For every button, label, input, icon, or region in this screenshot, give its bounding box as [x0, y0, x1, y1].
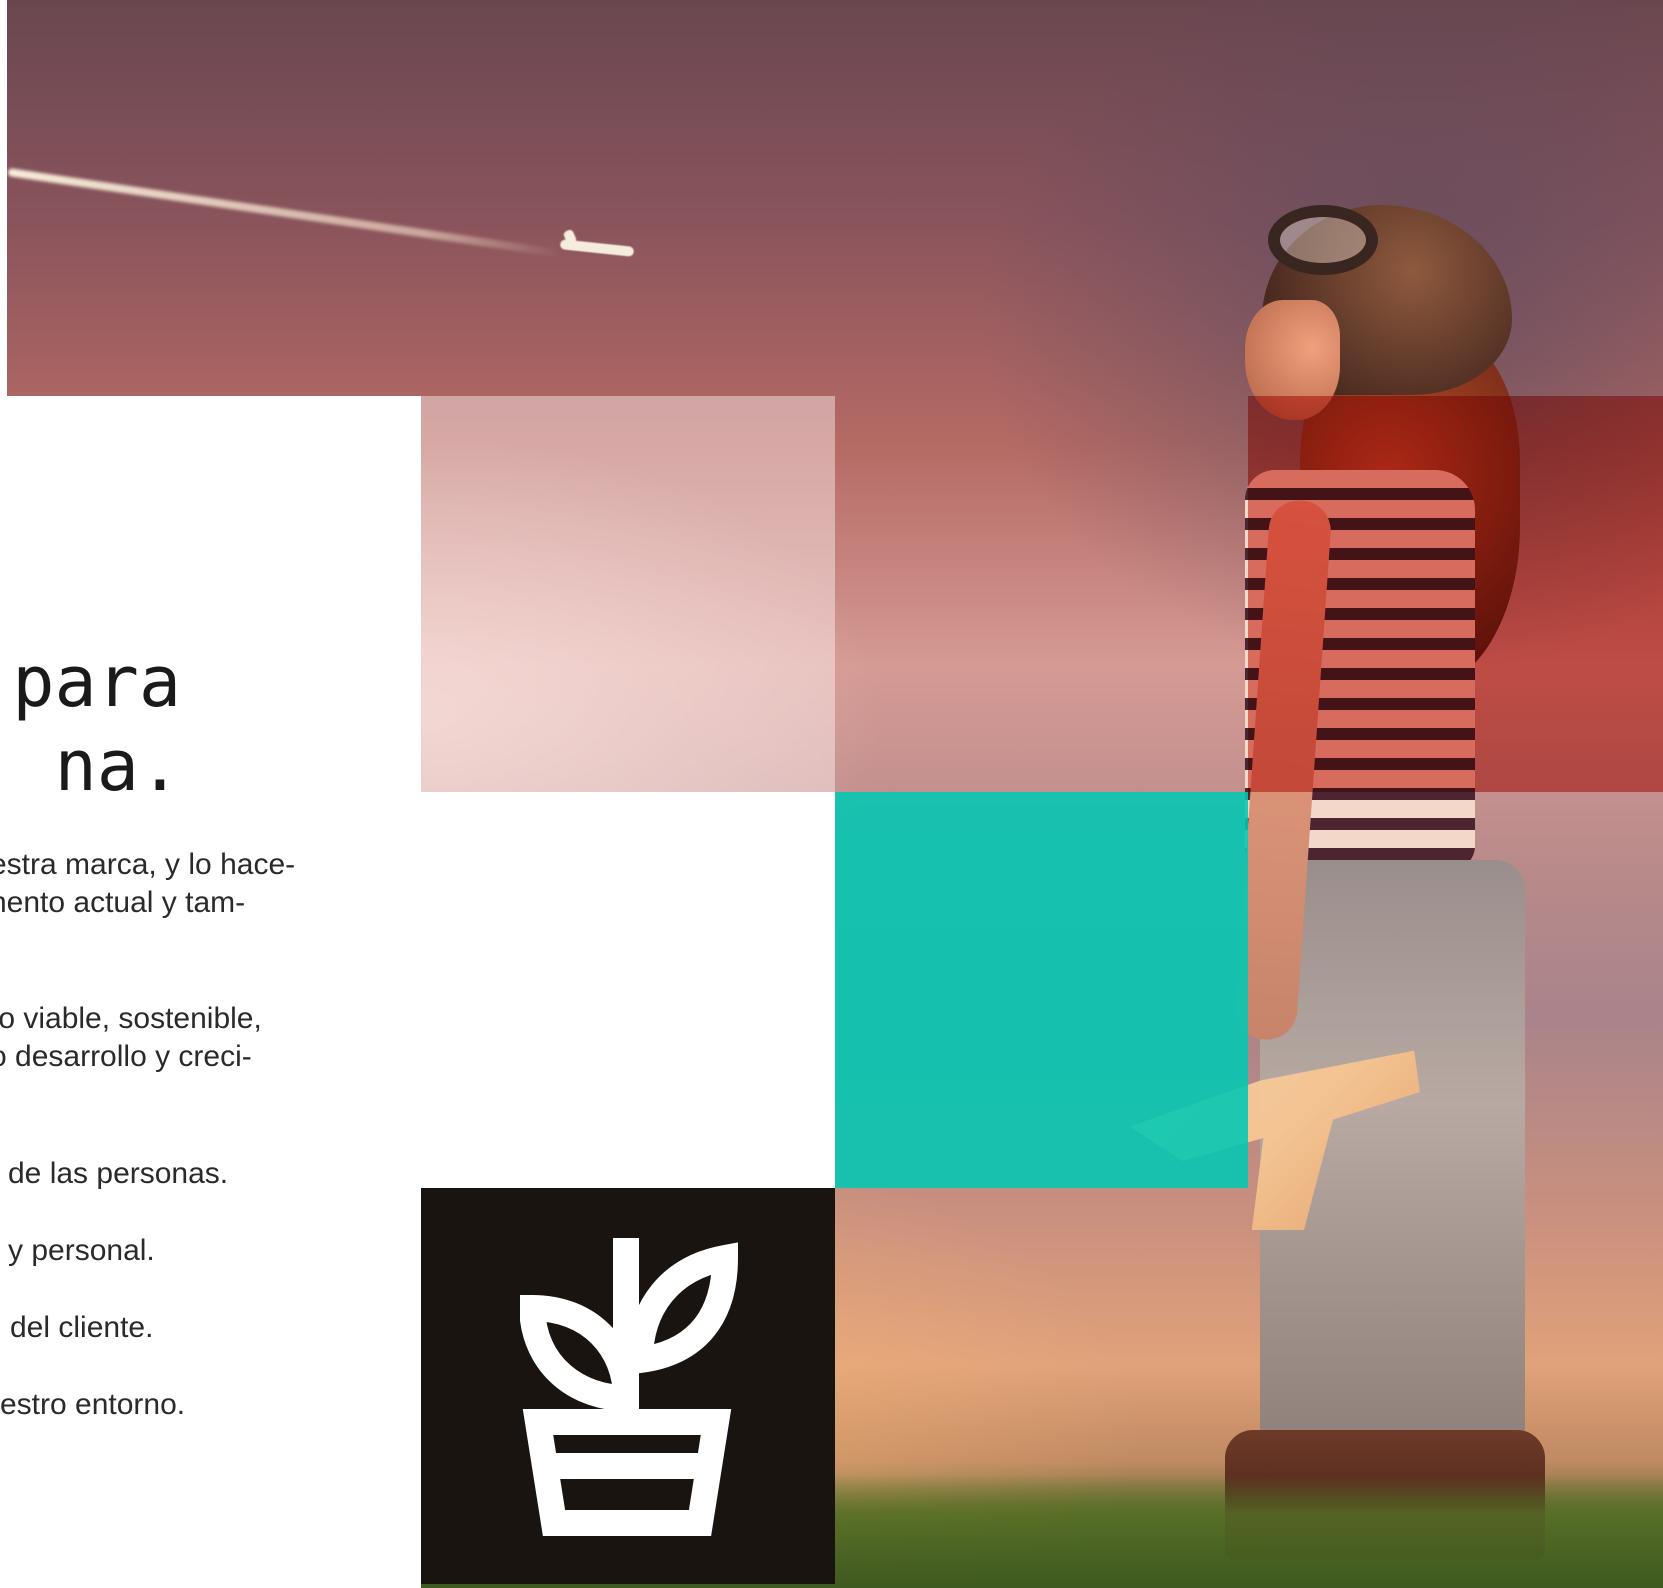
paragraph-1: estra marca, y lo hace- nento actual y t…: [0, 846, 295, 922]
list-item: estro entorno.: [0, 1388, 186, 1421]
list-item: de las personas.: [8, 1157, 229, 1190]
headline-line-2: na.: [54, 725, 181, 807]
list-item: del cliente.: [10, 1311, 154, 1344]
pink-overlay-tile: [421, 396, 835, 792]
paragraph-1-line-2: nento actual y tam-: [0, 886, 246, 919]
red-overlay-tile: [1248, 396, 1663, 792]
plant-pot-icon: [520, 1238, 739, 1536]
headline-line-1: a para: [0, 641, 181, 723]
child-goggles: [1268, 205, 1378, 275]
white-tile: [421, 792, 835, 1188]
left-gutter: [0, 0, 7, 396]
paragraph-1-line-1: estra marca, y lo hace-: [0, 848, 296, 881]
paragraph-2-line-1: to viable, sostenible,: [0, 1002, 262, 1035]
list-item: y personal.: [8, 1234, 155, 1267]
paragraph-2: to viable, sostenible, o desarrollo y cr…: [0, 1000, 262, 1076]
teal-overlay-tile: [835, 792, 1248, 1188]
paragraph-2-line-2: o desarrollo y creci-: [0, 1040, 252, 1073]
headline-block: a para na.: [0, 640, 421, 820]
